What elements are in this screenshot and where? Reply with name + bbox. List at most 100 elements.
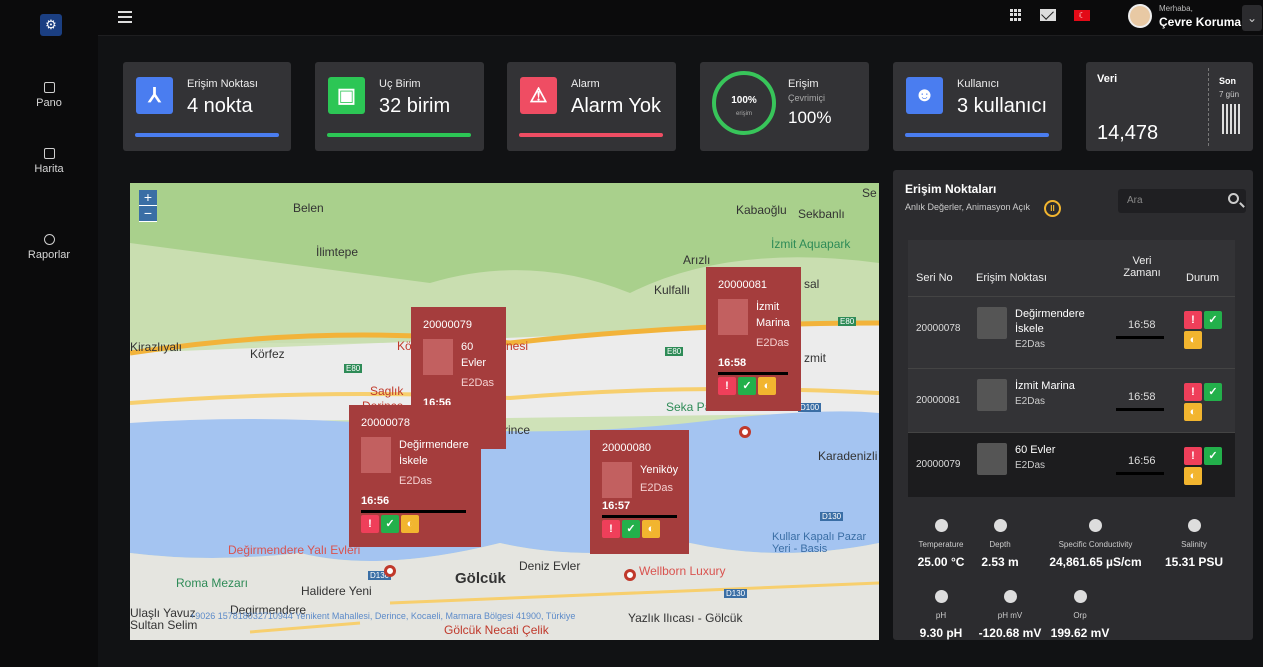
popup-thumbnail xyxy=(423,339,453,375)
popup-time-underline xyxy=(602,515,677,518)
alarm-card: ⚠ Alarm Alarm Yok xyxy=(507,62,676,151)
card-title: Erişim Noktası xyxy=(187,78,258,90)
map-label: Se xyxy=(862,186,877,200)
zoom-out-button[interactable]: − xyxy=(139,206,157,222)
card-bar xyxy=(135,133,279,137)
row-time-underline xyxy=(1116,408,1164,411)
road-sign: D130 xyxy=(724,589,748,598)
sidebar-item-label: Raporlar xyxy=(27,249,71,261)
history-icon xyxy=(43,234,55,245)
row-status: ! ✓ ◐ xyxy=(1184,447,1226,485)
map-label: Kirazlıyalı xyxy=(130,340,183,354)
popup-name: Değirmendere İskele xyxy=(399,439,469,467)
sensor-depth: Depth 2.53 m xyxy=(975,519,1025,569)
popup-thumbnail xyxy=(602,462,632,498)
panel-title: Erişim Noktaları xyxy=(905,182,997,196)
map-label: Deniz Evler xyxy=(519,559,581,573)
road-sign: E80 xyxy=(665,347,684,356)
sensor-salinity: Salinity 15.31 PSU xyxy=(1158,519,1230,569)
data-value: 14,478 xyxy=(1097,122,1159,144)
ok-status-icon: ✓ xyxy=(381,515,399,533)
map-label: Karadenizli xyxy=(818,449,878,463)
map-label: Kö xyxy=(397,339,412,353)
row-time-underline xyxy=(1116,336,1164,339)
map-label: nesi xyxy=(506,339,529,353)
card-bar xyxy=(327,133,471,137)
sidebar-item-harita[interactable]: Harita xyxy=(0,148,98,175)
battery-status-icon: ◐ xyxy=(758,377,776,395)
map-marker[interactable] xyxy=(739,426,751,438)
mail-icon[interactable] xyxy=(1040,9,1056,21)
col-header-serial: Seri No xyxy=(916,272,953,284)
popup-company: E2Das xyxy=(640,482,674,494)
popup-serial: 20000079 xyxy=(423,319,472,331)
sidebar-item-pano[interactable]: Pano xyxy=(0,82,98,109)
popup-time-underline xyxy=(361,510,466,513)
map-popup-20000080[interactable]: 20000080 Yeniköy E2Das 16:57 ! ✓ ◐ xyxy=(590,430,689,554)
sensor-temperature: Temperature 25.00 °C xyxy=(911,519,971,569)
popup-time: 16:58 xyxy=(718,357,747,369)
map-popup-20000078[interactable]: 20000078 Değirmendere İskele E2Das 16:56 … xyxy=(349,405,481,547)
battery-status-icon: ◐ xyxy=(1184,331,1202,349)
access-points-panel: Erişim Noktaları Anlık Değerler, Animasy… xyxy=(893,170,1253,640)
username: Çevre Koruma xyxy=(1159,15,1242,29)
zoom-in-button[interactable]: + xyxy=(139,190,157,206)
row-status: ! ✓ ◐ xyxy=(1184,311,1226,349)
sidebar-item-raporlar[interactable]: Raporlar xyxy=(0,234,98,261)
card-bar xyxy=(905,133,1049,137)
ok-status-icon: ✓ xyxy=(1204,311,1222,329)
apps-grid-icon[interactable] xyxy=(1010,9,1022,21)
battery-status-icon: ◐ xyxy=(1184,403,1202,421)
map-label: Belen xyxy=(293,201,324,215)
table-row[interactable]: 20000078 Değirmendere İskele E2Das 16:58 !… xyxy=(908,296,1235,360)
map-label: sal xyxy=(804,277,820,291)
menu-icon[interactable] xyxy=(118,11,132,23)
user-menu-chevron-icon[interactable]: ⌄ xyxy=(1242,5,1262,31)
road-sign: E80 xyxy=(838,317,857,326)
network-icon: ⅄ xyxy=(136,77,173,114)
map-label: İlimtepe xyxy=(316,245,359,259)
map-popup-20000081[interactable]: 20000081 İzmit Marina E2Das 16:58 ! ✓ ◐ xyxy=(706,267,801,411)
zoom-controls: + − xyxy=(139,190,157,222)
search-icon[interactable] xyxy=(1228,193,1239,204)
turkish-flag-icon[interactable]: ☾ xyxy=(1074,9,1090,21)
divider xyxy=(1208,68,1209,146)
map-marker[interactable] xyxy=(384,565,396,577)
road-sign: D100 xyxy=(798,403,822,412)
col-header-point: Erişim Noktası xyxy=(976,272,1047,284)
map-label: Yazlık Ilıcası - Gölcük xyxy=(628,611,743,625)
pause-animation-icon[interactable]: II xyxy=(1044,200,1061,217)
map-label: rince xyxy=(504,423,531,437)
avatar[interactable] xyxy=(1128,4,1152,28)
road-sign: E80 xyxy=(344,364,363,373)
row-serial: 20000081 xyxy=(916,395,961,406)
period-range: 7 gün xyxy=(1219,90,1240,99)
alarm-status-icon: ! xyxy=(1184,447,1202,465)
map-label: Değirmendere Yalı Evleri xyxy=(228,543,361,557)
battery-status-icon: ◐ xyxy=(1184,467,1202,485)
ok-status-icon: ✓ xyxy=(622,520,640,538)
popup-time-underline xyxy=(718,372,788,375)
popup-name: Yeniköy xyxy=(640,464,679,476)
sidebar-item-label: Harita xyxy=(34,163,64,175)
row-status: ! ✓ ◐ xyxy=(1184,383,1226,421)
card-title: Kullanıcı xyxy=(957,78,1000,90)
alarm-status-icon: ! xyxy=(718,377,736,395)
map[interactable]: + − Belen İlimtepe Kabaoğlu Sekbanlı İzm… xyxy=(130,183,879,640)
map-marker[interactable] xyxy=(624,569,636,581)
row-name: 60 Evler E2Das xyxy=(1015,444,1056,471)
alarm-status-icon: ! xyxy=(361,515,379,533)
popup-thumbnail xyxy=(361,437,391,473)
popup-name: 60 Evler xyxy=(461,341,487,369)
period-label: Son xyxy=(1219,76,1236,86)
ring-subtitle: erişim xyxy=(736,111,752,117)
table-row[interactable]: 20000079 60 Evler E2Das 16:56 ! ✓ ◐ xyxy=(908,432,1235,497)
search-input[interactable]: Ara xyxy=(1118,189,1246,213)
map-label: Halidere Yeni xyxy=(301,584,372,598)
table-row[interactable]: 20000081 İzmit Marina E2Das 16:58 ! ✓ ◐ xyxy=(908,368,1235,432)
popup-thumbnail xyxy=(718,299,748,335)
search-placeholder: Ara xyxy=(1127,195,1143,206)
data-title: Veri xyxy=(1097,73,1118,85)
app-logo-icon[interactable]: ⚙ xyxy=(40,14,62,36)
col-header-status: Durum xyxy=(1186,272,1220,284)
